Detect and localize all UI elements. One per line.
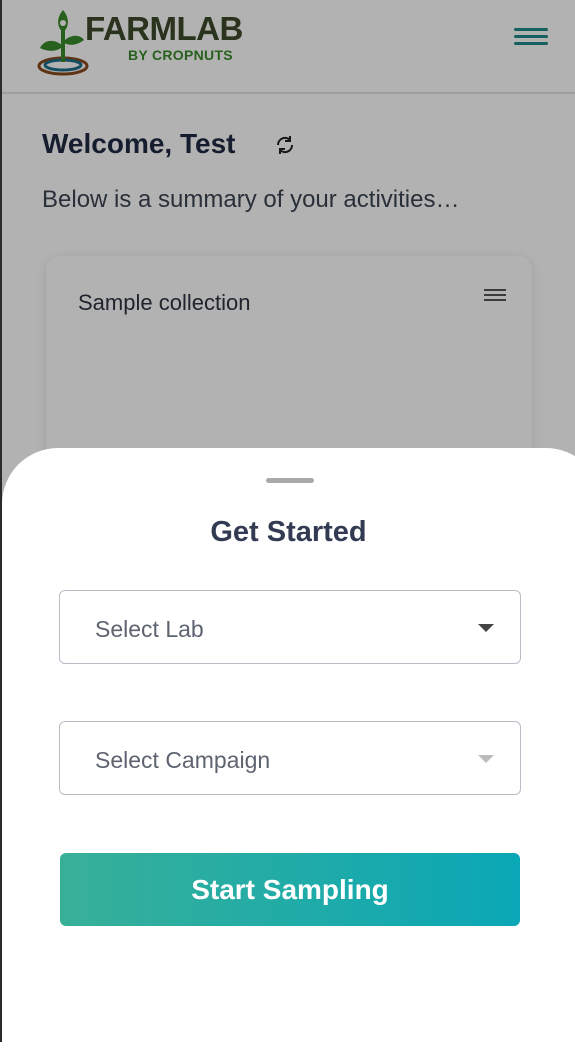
select-lab-dropdown[interactable]: Select Lab (59, 590, 521, 664)
sheet-title: Get Started (210, 516, 367, 548)
get-started-sheet: Get Started Select Lab Select Campaign S… (2, 448, 575, 1048)
drag-handle[interactable] (266, 478, 314, 483)
chevron-down-icon (478, 755, 494, 763)
select-campaign-dropdown[interactable]: Select Campaign (59, 721, 521, 795)
screen-edge (0, 0, 2, 1042)
start-sampling-button[interactable]: Start Sampling (60, 853, 520, 926)
chevron-down-icon (478, 624, 494, 632)
select-lab-placeholder: Select Lab (95, 616, 204, 642)
select-campaign-placeholder: Select Campaign (95, 747, 271, 773)
